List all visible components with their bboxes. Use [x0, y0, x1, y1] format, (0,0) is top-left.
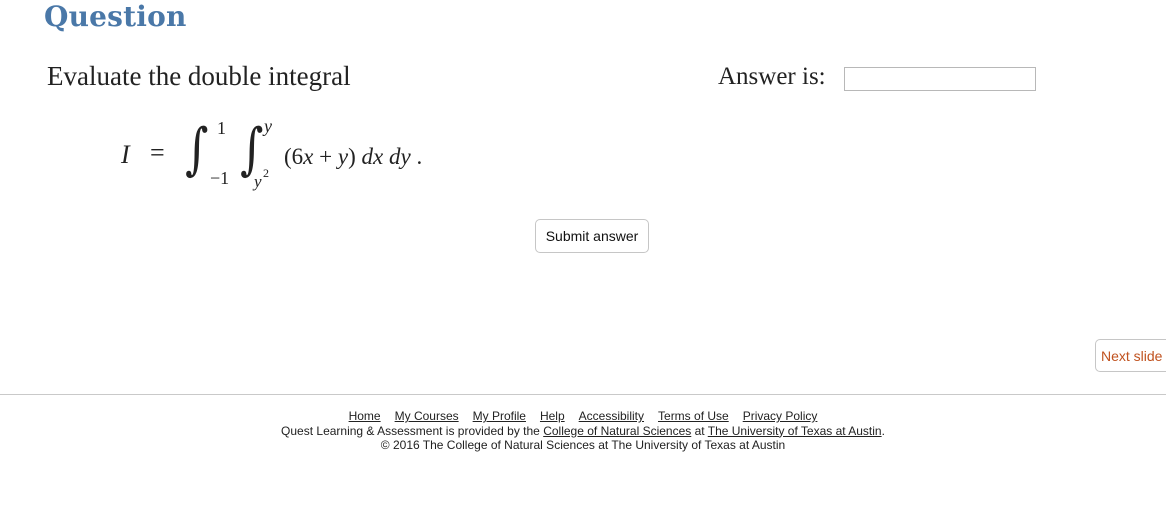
double-integral-expression: I = ∫ 1 −1 ∫ y y 2 (6x + y) dx dy . — [117, 112, 497, 202]
integrand-close: ) — [348, 144, 356, 169]
inner-lower-limit-exponent: 2 — [263, 166, 269, 180]
inner-integral-sign: ∫ — [240, 117, 264, 182]
footer-link-my-profile[interactable]: My Profile — [473, 409, 526, 423]
equals-sign: = — [150, 138, 165, 167]
differential-dx-d: d — [361, 144, 374, 169]
integral-lhs: I — [121, 140, 130, 169]
footer-link-university[interactable]: The University of Texas at Austin — [708, 424, 882, 438]
integrand-x: x — [303, 144, 314, 169]
footer-link-privacy-policy[interactable]: Privacy Policy — [743, 409, 818, 423]
outer-integral-sign: ∫ — [185, 117, 209, 182]
footer-link-accessibility[interactable]: Accessibility — [579, 409, 644, 423]
footer-links: Home My Courses My Profile Help Accessibilit… — [0, 409, 1166, 424]
integrand: (6x + y) dx dy . — [284, 144, 422, 170]
differential-dy-d: d — [388, 144, 401, 169]
footer: Home My Courses My Profile Help Accessibilit… — [0, 409, 1166, 453]
differential-dx-x: x — [373, 144, 384, 169]
question-heading: Question — [44, 0, 187, 33]
footer-link-home[interactable]: Home — [349, 409, 381, 423]
footer-divider — [0, 394, 1166, 395]
submit-answer-button[interactable]: Submit answer — [535, 219, 649, 253]
footer-at-text: at — [691, 423, 708, 438]
next-slide-button[interactable]: Next slide — [1095, 339, 1166, 372]
footer-link-my-courses[interactable]: My Courses — [395, 409, 459, 423]
footer-link-terms-of-use[interactable]: Terms of Use — [658, 409, 729, 423]
outer-upper-limit: 1 — [217, 118, 226, 138]
inner-lower-limit-base: y — [254, 172, 262, 191]
answer-label: Answer is: — [718, 63, 826, 90]
integrand-period: . — [416, 144, 423, 169]
footer-provided-by: Quest Learning & Assessment is provided … — [0, 424, 1166, 439]
integrand-open: (6 — [284, 144, 304, 169]
footer-provided-prefix: Quest Learning & Assessment is provided … — [281, 423, 544, 438]
answer-input[interactable] — [844, 67, 1036, 91]
footer-copyright: © 2016 The College of Natural Sciences a… — [380, 438, 786, 452]
footer-link-help[interactable]: Help — [540, 409, 565, 423]
outer-lower-limit: −1 — [210, 168, 230, 188]
footer-period: . — [881, 423, 885, 438]
differential-dy-y: y — [400, 144, 411, 169]
integrand-y: y — [337, 144, 349, 169]
integrand-plus: + — [313, 144, 338, 169]
inner-upper-limit: y — [264, 116, 272, 136]
footer-link-college[interactable]: College of Natural Sciences — [543, 424, 691, 438]
question-prompt: Evaluate the double integral — [47, 61, 351, 91]
